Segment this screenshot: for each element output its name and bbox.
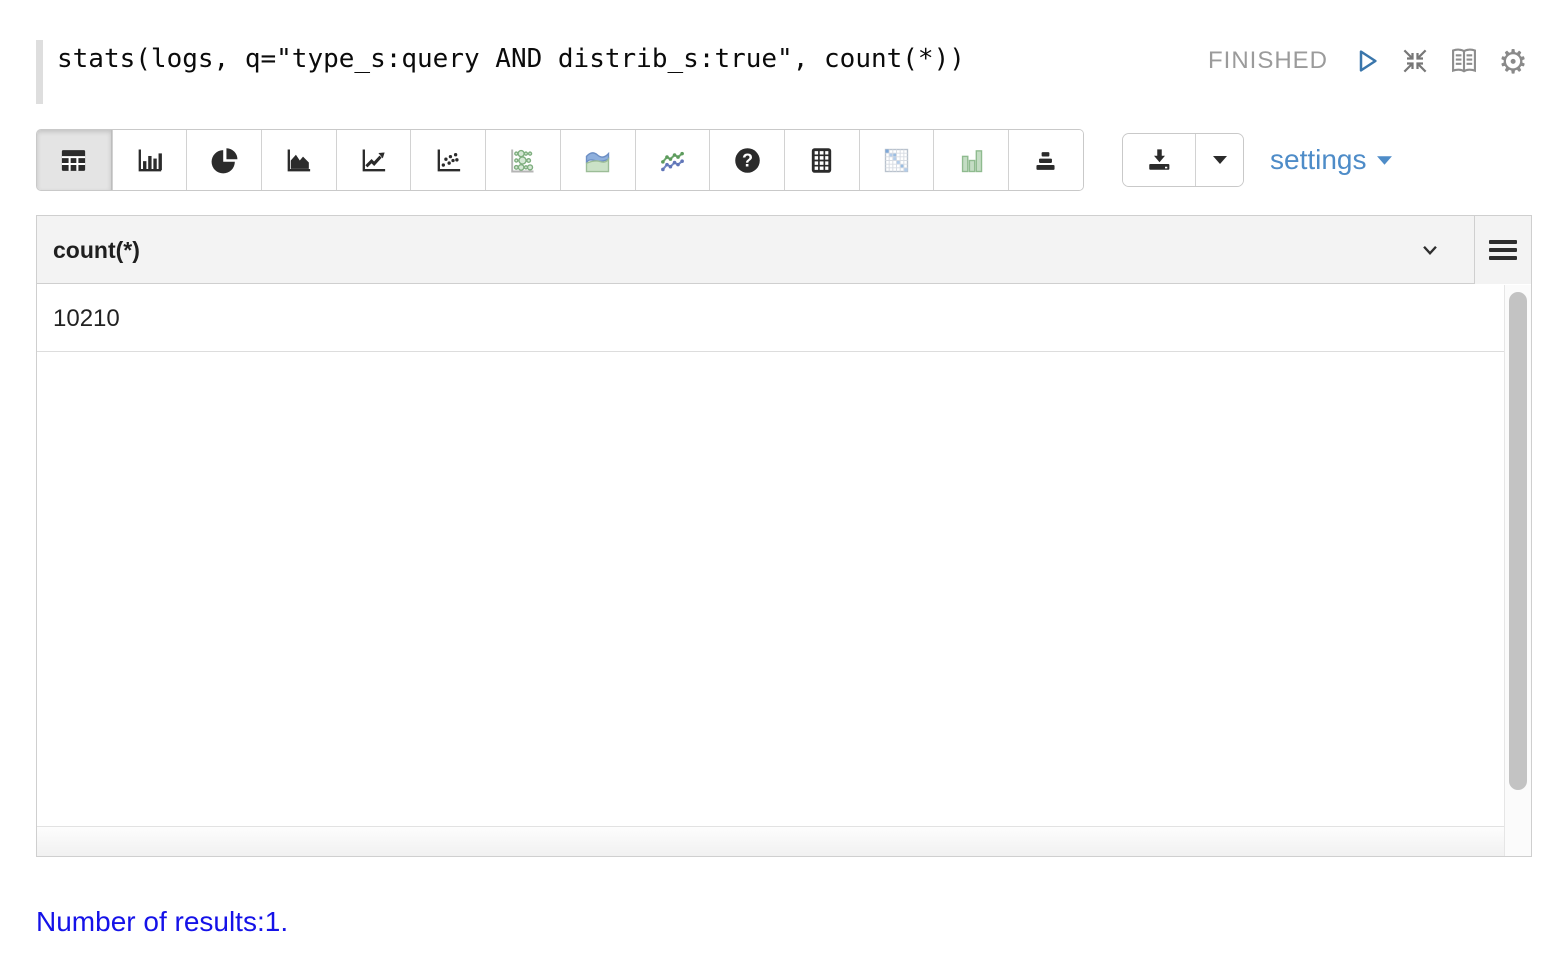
viz-column-chart-button[interactable]	[933, 130, 1008, 190]
viz-area-chart-button[interactable]	[261, 130, 336, 190]
caret-down-icon	[1212, 155, 1228, 165]
viz-bubble-grid-button[interactable]	[485, 130, 560, 190]
results-count-text: Number of results:1.	[36, 906, 288, 938]
stacked-area-icon	[581, 144, 614, 177]
settings-label: settings	[1270, 144, 1367, 176]
scrollbar-thumb[interactable]	[1509, 292, 1527, 790]
gear-icon: ⚙	[1498, 45, 1528, 78]
paragraph-code[interactable]: stats(logs, q="type_s:query AND distrib_…	[57, 43, 965, 75]
viz-bar-chart-button[interactable]	[112, 130, 187, 190]
settings-toggle[interactable]: settings	[1270, 144, 1393, 176]
viz-table-button[interactable]	[37, 130, 112, 190]
data-table-icon	[806, 145, 837, 176]
viz-data-table-button[interactable]	[784, 130, 859, 190]
viz-heatmap-button[interactable]	[859, 130, 934, 190]
line-chart-icon	[358, 145, 389, 176]
table-header-row: count(*)	[37, 216, 1531, 284]
question-icon: ?	[732, 145, 763, 176]
multi-line-icon	[656, 144, 689, 177]
viz-toolbar: ?	[36, 129, 1084, 191]
compress-icon	[1400, 46, 1430, 76]
download-button[interactable]	[1123, 134, 1196, 186]
table-scrollbar[interactable]	[1504, 285, 1531, 856]
bubble-grid-icon	[506, 144, 539, 177]
grid-footer-bar	[37, 826, 1504, 856]
svg-text:?: ?	[742, 150, 753, 170]
download-icon	[1144, 145, 1174, 175]
column-header[interactable]: count(*)	[53, 216, 140, 284]
pie-chart-icon	[209, 145, 240, 176]
viz-help-button[interactable]: ?	[709, 130, 784, 190]
menu-icon	[1489, 240, 1517, 260]
viz-line-chart-button[interactable]	[336, 130, 411, 190]
paragraph-controls: FINISHED ⚙	[1208, 40, 1530, 82]
viz-stacked-area-button[interactable]	[560, 130, 635, 190]
table-cell: 10210	[53, 305, 120, 332]
collapse-paragraph-button[interactable]	[1398, 43, 1432, 79]
viz-pie-chart-button[interactable]	[186, 130, 261, 190]
viz-funnel-chart-button[interactable]	[1008, 130, 1083, 190]
viz-scatter-chart-button[interactable]	[410, 130, 485, 190]
paragraph-settings-button[interactable]: ⚙	[1496, 43, 1530, 79]
table-row[interactable]: 10210	[37, 285, 1504, 352]
play-icon	[1351, 45, 1381, 77]
bar-chart-icon	[134, 145, 165, 176]
heatmap-icon	[880, 144, 913, 177]
caret-down-icon	[1376, 155, 1393, 166]
column-menu-button[interactable]	[1416, 237, 1444, 268]
scatter-chart-icon	[433, 145, 464, 176]
funnel-icon	[1030, 145, 1061, 176]
status-badge: FINISHED	[1208, 47, 1328, 75]
area-chart-icon	[283, 145, 314, 176]
code-editor-gutter	[36, 40, 43, 104]
green-bars-icon	[955, 144, 988, 177]
viz-multi-line-button[interactable]	[635, 130, 710, 190]
download-button-group	[1122, 133, 1244, 187]
show-editor-button[interactable]	[1447, 43, 1481, 79]
run-paragraph-button[interactable]	[1349, 43, 1383, 79]
download-options-button[interactable]	[1196, 134, 1243, 186]
table-icon	[58, 145, 89, 176]
grid-menu-button[interactable]	[1474, 216, 1531, 284]
book-icon	[1447, 44, 1481, 78]
result-table: count(*) 10210	[36, 215, 1532, 857]
chevron-down-icon	[1416, 237, 1444, 263]
